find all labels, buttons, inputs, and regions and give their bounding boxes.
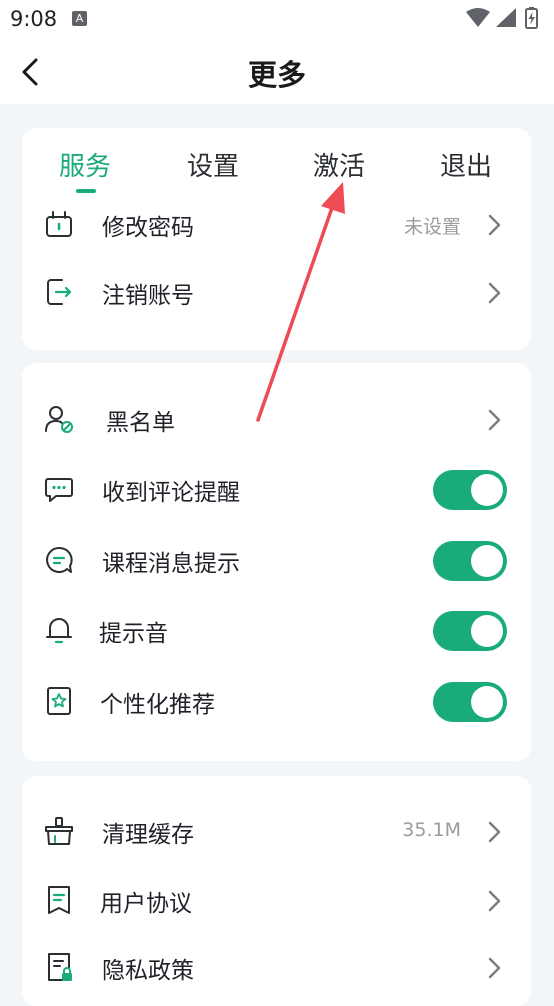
chevron-right-icon bbox=[488, 890, 501, 912]
bell-icon bbox=[46, 618, 72, 644]
chevron-right-icon bbox=[488, 957, 501, 979]
tab-activate[interactable]: 激活 bbox=[313, 146, 365, 183]
document-lock-icon bbox=[48, 953, 72, 981]
list-item-label: 收到评论提醒 bbox=[102, 480, 240, 506]
chevron-right-icon bbox=[488, 821, 501, 843]
toggle-knob bbox=[471, 615, 503, 647]
list-item-clear-cache[interactable]: 清理缓存 35.1M bbox=[22, 797, 531, 867]
status-time: 9:08 bbox=[10, 7, 58, 31]
user-block-icon bbox=[45, 406, 73, 433]
list-item-label: 用户协议 bbox=[100, 891, 192, 917]
list-item-label: 隐私政策 bbox=[102, 958, 194, 984]
broom-icon bbox=[45, 817, 73, 845]
tab-bar: 服务 设置 激活 退出 bbox=[22, 128, 531, 198]
message-bubble-icon bbox=[46, 546, 73, 573]
list-item-label: 课程消息提示 bbox=[102, 551, 240, 577]
document-icon bbox=[48, 886, 70, 914]
list-item-comment-reminder: 收到评论提醒 bbox=[22, 455, 531, 525]
signal-icon bbox=[496, 8, 516, 27]
toggle-knob bbox=[471, 686, 503, 718]
personalized-toggle[interactable] bbox=[433, 682, 507, 722]
logout-icon bbox=[47, 279, 72, 305]
list-item-value: 未设置 bbox=[403, 216, 461, 238]
notification-icon: A bbox=[72, 11, 87, 26]
notification-settings-card: 黑名单 收到评论提醒 课程消息提示 提示音 个性化推荐 bbox=[22, 363, 531, 761]
list-item-personalized: 个性化推荐 bbox=[22, 667, 531, 737]
list-item-cancel-account[interactable]: 注销账号 bbox=[22, 258, 531, 328]
list-item-label: 提示音 bbox=[99, 621, 168, 647]
comment-reminder-toggle[interactable] bbox=[433, 470, 507, 510]
battery-icon bbox=[525, 7, 538, 29]
list-item-course-message: 课程消息提示 bbox=[22, 526, 531, 596]
tab-settings[interactable]: 设置 bbox=[187, 146, 239, 183]
list-item-privacy-policy[interactable]: 隐私政策 bbox=[22, 933, 531, 1003]
toggle-knob bbox=[471, 545, 503, 577]
status-bar: 9:08 A bbox=[0, 0, 554, 38]
list-item-sound: 提示音 bbox=[22, 596, 531, 666]
chat-dots-icon bbox=[45, 478, 73, 502]
status-icons bbox=[466, 7, 538, 29]
list-item-user-agreement[interactable]: 用户协议 bbox=[22, 866, 531, 936]
tab-services[interactable]: 服务 bbox=[59, 146, 111, 183]
sound-toggle[interactable] bbox=[433, 611, 507, 651]
about-card: 清理缓存 35.1M 用户协议 隐私政策 bbox=[22, 776, 531, 1006]
list-item-label: 个性化推荐 bbox=[100, 692, 215, 718]
app-header: 更多 bbox=[0, 38, 554, 104]
course-message-toggle[interactable] bbox=[433, 541, 507, 581]
tab-logout[interactable]: 退出 bbox=[440, 146, 492, 183]
list-item-blacklist[interactable]: 黑名单 bbox=[22, 385, 531, 455]
chevron-right-icon bbox=[488, 409, 501, 431]
list-item-change-password[interactable]: 修改密码 未设置 bbox=[22, 190, 531, 260]
toggle-knob bbox=[471, 474, 503, 506]
chevron-right-icon bbox=[488, 282, 501, 304]
list-item-value: 35.1M bbox=[402, 819, 461, 841]
list-item-label: 注销账号 bbox=[102, 283, 194, 309]
services-card: 服务 设置 激活 退出 修改密码 未设置 注销账号 bbox=[22, 128, 531, 350]
list-item-label: 清理缓存 bbox=[102, 822, 194, 848]
calendar-lock-icon bbox=[46, 211, 72, 237]
wifi-icon bbox=[466, 8, 490, 27]
list-item-label: 修改密码 bbox=[102, 215, 194, 241]
page-title: 更多 bbox=[247, 58, 306, 92]
chevron-right-icon bbox=[488, 214, 501, 236]
bookmark-star-icon bbox=[47, 687, 71, 715]
list-item-label: 黑名单 bbox=[106, 410, 175, 436]
